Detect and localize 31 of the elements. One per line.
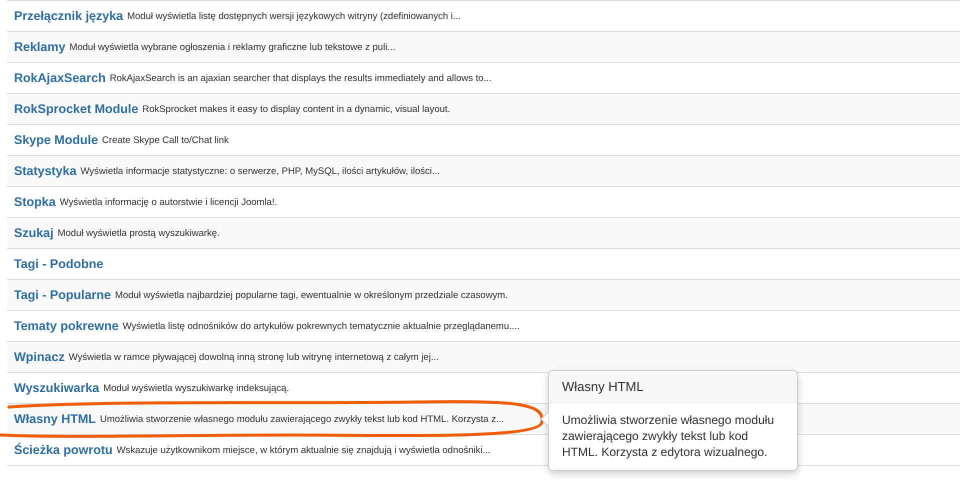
popover-title: Własny HTML [549, 371, 797, 403]
module-description: Wyświetla w ramce pływającej dowolną inną stronę lub witrynę internetową z całym jej... [68, 352, 439, 362]
module-link[interactable]: Skype Module [14, 133, 98, 147]
module-link[interactable]: Tematy pokrewne [14, 319, 119, 333]
module-link[interactable]: Własny HTML [14, 412, 96, 426]
module-link[interactable]: Tagi - Popularne [14, 288, 111, 302]
module-link[interactable]: Przełącznik języka [14, 9, 124, 23]
module-description: Umożliwia stworzenie własnego modułu zawierającego zwykły tekst lub kod HTML. Korzysta z... [100, 414, 504, 424]
module-description: Moduł wyświetla wyszukiwarkę indeksującą. [103, 382, 290, 394]
module-description: Moduł wyświetla wybrane ogłoszenia i reklamy graficzne lub tekstowe z puli... [69, 42, 396, 52]
module-description: RokSprocket makes it easy to display content in a dynamic, visual layout. [142, 104, 450, 114]
module-link[interactable]: Statystyka [14, 164, 77, 178]
module-link[interactable]: Ścieżka powrotu [14, 443, 113, 457]
module-description: RokAjaxSearch is an ajaxian searcher that displays the results immediately and allows to... [110, 72, 492, 84]
module-description: Wyświetla informację o autorstwie i licencji Joomla!. [60, 196, 278, 208]
module-description: Moduł wyświetla najbardziej popularne tagi, ewentualnie w określonym przedziale czasowym. [115, 290, 508, 300]
module-link[interactable]: Reklamy [14, 40, 66, 54]
module-description: Moduł wyświetla listę dostępnych wersji językowych witryny (zdefiniowanych i... [127, 10, 461, 22]
module-link[interactable]: Wyszukiwarka [14, 381, 100, 395]
module-description: Wyświetla listę odnośników do artykułów pokrewnych tematycznie aktualnie przeglądanemu.... [122, 320, 520, 332]
popover-text: Umożliwia stworzenie własnego modułu zawierającego zwykły tekst lub kod HTML. Korzysta z edytora wizualnego. [561, 412, 776, 461]
module-link[interactable]: Wpinacz [14, 350, 65, 364]
module-link[interactable]: Stopka [14, 195, 56, 209]
module-link[interactable]: RokSprocket Module [14, 102, 138, 116]
module-description: Wyświetla informacje statystyczne: o serwerze, PHP, MySQL, ilości artykułów, ilości... [80, 166, 440, 176]
module-description: Wskazuje użytkownikom miejsce, w którym aktualnie się znajdują i wyświetla odnośniki... [116, 444, 490, 456]
module-link[interactable]: Tagi - Podobne [14, 257, 104, 271]
module-description: Moduł wyświetla prostą wyszukiwarkę. [58, 228, 220, 238]
module-link[interactable]: RokAjaxSearch [14, 71, 106, 85]
module-link[interactable]: Szukaj [14, 226, 54, 240]
module-description: Create Skype Call to/Chat link [102, 134, 229, 146]
